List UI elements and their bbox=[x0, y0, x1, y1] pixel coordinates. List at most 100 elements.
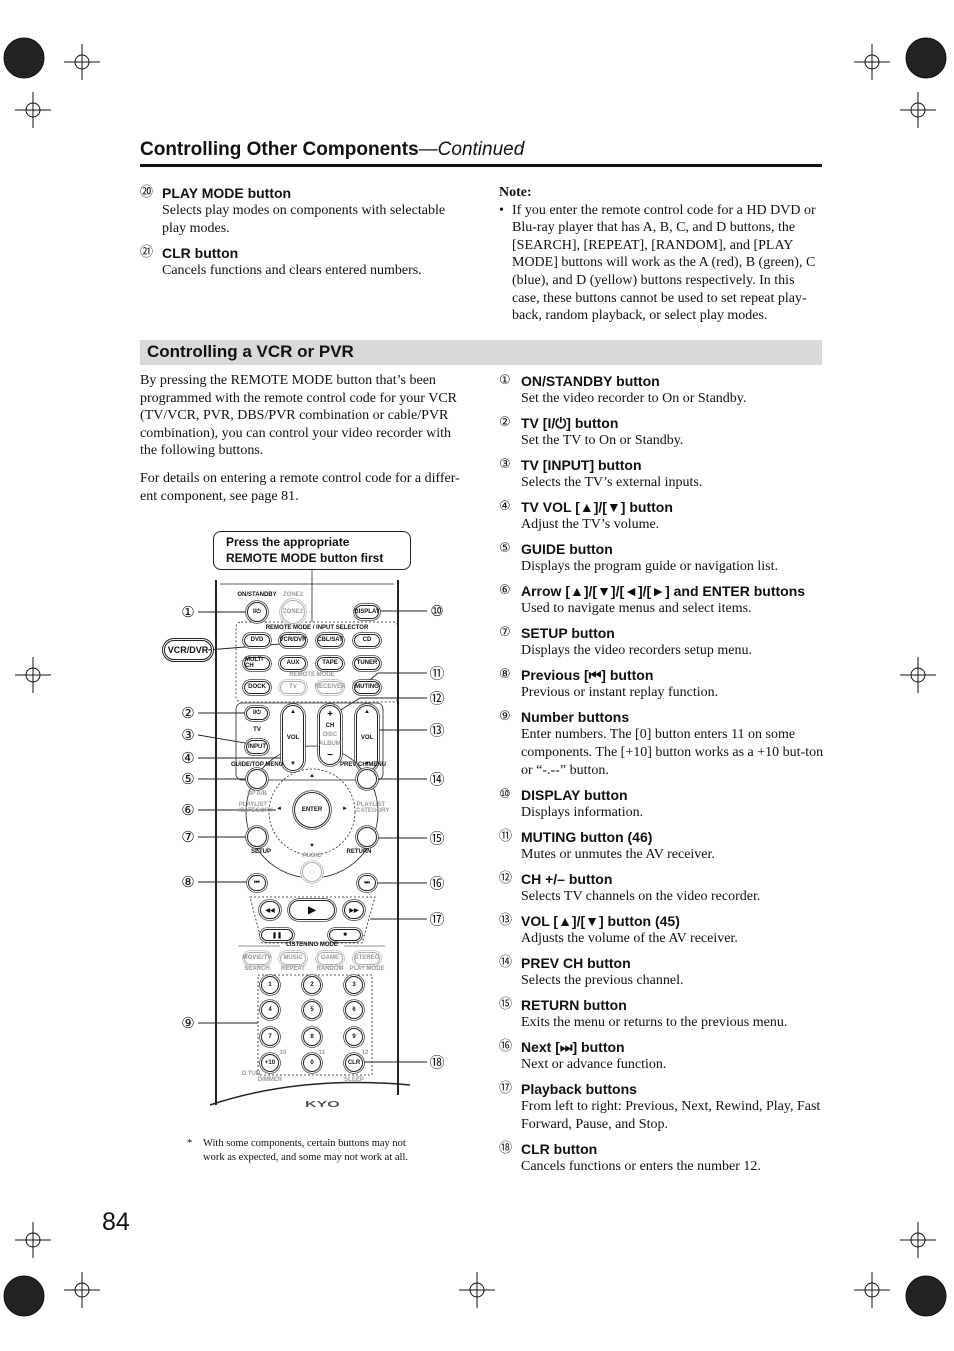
callout-number: ⑮ bbox=[429, 829, 445, 848]
up-label: ▲ bbox=[290, 709, 296, 715]
callout-number: ⑬ bbox=[429, 721, 445, 740]
zone2-label: ZONE2 bbox=[282, 592, 304, 598]
list-item: ⑮ RETURN button Exits the menu or returns … bbox=[499, 996, 824, 1032]
item-title: SETUP button bbox=[521, 625, 615, 641]
item-title: TV VOL [▲]/[▼] button bbox=[521, 499, 673, 515]
item-desc: Used to navigate menus and select items. bbox=[521, 601, 752, 616]
number-badge: ⑭ bbox=[499, 955, 513, 970]
album-label: ALBUM bbox=[319, 741, 341, 747]
callout-number: ⑱ bbox=[429, 1053, 445, 1072]
item-title: PREV CH button bbox=[521, 955, 631, 971]
receiver-button: RECEIVER bbox=[315, 680, 345, 694]
footnote: * With some components, certain buttons m… bbox=[187, 1137, 427, 1165]
tape-button: TAPE bbox=[317, 656, 343, 670]
vol-label: VOL bbox=[286, 735, 300, 741]
list-item: ① ON/STANDBY button Set the video recorder… bbox=[499, 372, 824, 408]
onkyo-logo: KYO bbox=[305, 1100, 340, 1110]
button-descriptions: ① ON/STANDBY button Set the video recorder… bbox=[499, 372, 824, 1182]
list-item: ⑦ SETUP button Displays the video recorder… bbox=[499, 624, 824, 660]
n7-button: 7 bbox=[261, 1028, 279, 1046]
down-label: ▼ bbox=[309, 843, 315, 849]
stop-button: ■ bbox=[329, 929, 361, 941]
item-desc: Set the TV to On or Standby. bbox=[521, 433, 684, 448]
item-title: Playback buttons bbox=[521, 1081, 637, 1097]
display-button: DISPLAY bbox=[354, 605, 380, 619]
muting-button: MUTING bbox=[354, 680, 380, 694]
round-button bbox=[247, 769, 267, 789]
down-label: ▼ bbox=[290, 761, 296, 767]
random-label: RANDOM bbox=[316, 966, 344, 972]
n0-button: 0 bbox=[303, 1054, 321, 1072]
prevch-label: PREV CH/MENU bbox=[339, 762, 387, 768]
item-desc: Mutes or unmutes the AV receiver. bbox=[521, 847, 715, 862]
number-badge: ⑦ bbox=[499, 625, 511, 640]
number-badge: ① bbox=[499, 373, 511, 388]
on_standby-label: ON/STANDBY bbox=[237, 592, 277, 598]
n9-button: 9 bbox=[345, 1028, 363, 1046]
l11-label: 11 bbox=[318, 1050, 326, 1056]
next-button: ⏭ bbox=[358, 875, 376, 891]
number-badge: ⑥ bbox=[499, 583, 511, 598]
n3-button: 3 bbox=[345, 976, 363, 994]
remote_mode-label: REMOTE MODE bbox=[289, 672, 335, 678]
dimmer-label: DIMMER bbox=[257, 1077, 283, 1083]
item-desc: Adjust the TV’s volume. bbox=[521, 517, 660, 532]
number-badge: ② bbox=[499, 415, 511, 430]
callout-number: ① bbox=[181, 603, 195, 621]
callout-number: ⑧ bbox=[181, 873, 195, 891]
vcr-dvr-label: VCR/DVR bbox=[164, 640, 212, 660]
up-label: ▲ bbox=[364, 709, 370, 715]
item-desc: Selects the TV’s external inputs. bbox=[521, 475, 703, 490]
n8-button: 8 bbox=[303, 1028, 321, 1046]
item-title: Arrow [▲]/[▼]/[◄]/[►] and ENTER buttons bbox=[521, 583, 806, 599]
pause-button: ❚❚ bbox=[261, 929, 293, 941]
l12-label: 12 bbox=[361, 1050, 369, 1056]
item-title: Previous [⏮] button bbox=[521, 667, 654, 683]
list-item: ⑯ Next [⏭] button Next or advance function… bbox=[499, 1038, 824, 1074]
item-title: GUIDE button bbox=[521, 541, 613, 557]
list-item: ③ TV [INPUT] button Selects the TV’s exter… bbox=[499, 456, 824, 492]
setup-label: SETUP bbox=[250, 849, 272, 855]
number-badge: ⑤ bbox=[499, 541, 511, 556]
number-badge: ③ bbox=[499, 457, 511, 472]
item-desc: Enter numbers. The [0] button enters 11 … bbox=[521, 727, 824, 778]
playlist_r-label: PLAYLIST CATEGORY bbox=[356, 802, 390, 814]
stereo-button: STEREO bbox=[354, 951, 380, 965]
item-title: CH +/– button bbox=[521, 871, 613, 887]
ff-button: ▶▶ bbox=[344, 901, 364, 919]
callout-number: ⑦ bbox=[181, 828, 195, 846]
rew-button: ◀◀ bbox=[260, 901, 280, 919]
left-label: ◄ bbox=[276, 806, 282, 812]
callout-number: ⑪ bbox=[429, 664, 445, 683]
tuner-button: TUNER bbox=[354, 656, 380, 670]
number-badge: ⑰ bbox=[499, 1081, 513, 1096]
ch-label: CH bbox=[325, 723, 335, 729]
number-badge: ⑪ bbox=[499, 829, 513, 844]
list-item: ⑧ Previous [⏮] button Previous or instant … bbox=[499, 666, 824, 702]
play-button: ▶ bbox=[289, 900, 335, 920]
n2-button: 2 bbox=[303, 976, 321, 994]
n10-button: +10 bbox=[261, 1054, 279, 1072]
n1-button: 1 bbox=[261, 976, 279, 994]
cd-button: CD bbox=[354, 633, 380, 647]
item-desc: Selects the previous channel. bbox=[521, 973, 684, 988]
round-button bbox=[302, 862, 322, 882]
callout-number: ⑫ bbox=[429, 689, 445, 708]
music-button: MUSIC bbox=[280, 951, 306, 965]
callout-number: ⑭ bbox=[429, 770, 445, 789]
list-item: ⑭ PREV CH button Selects the previous chan… bbox=[499, 954, 824, 990]
playlist_l-label: PLAYLIST /CATEGORY bbox=[238, 802, 274, 814]
clr-button: CLR bbox=[345, 1054, 363, 1072]
list-item: ④ TV VOL [▲]/[▼] button Adjust the TV’s vo… bbox=[499, 498, 824, 534]
item-title: DISPLAY button bbox=[521, 787, 628, 803]
list-item: ② TV [I/⏻] button Set the TV to On or Stan… bbox=[499, 414, 824, 450]
l10-label: 10 bbox=[279, 1050, 287, 1056]
tv_label-label: TV bbox=[253, 727, 261, 733]
number-badge: ⑧ bbox=[499, 667, 511, 682]
item-title: CLR button bbox=[521, 1141, 598, 1157]
movie-button: MOVIE/TV bbox=[243, 951, 271, 965]
dock-button: DOCK bbox=[244, 680, 270, 694]
disc-label: DISC bbox=[322, 732, 338, 738]
game-button: GAME bbox=[317, 951, 343, 965]
list-item: ⑨ Number buttons Enter numbers. The [0] bu… bbox=[499, 708, 824, 780]
